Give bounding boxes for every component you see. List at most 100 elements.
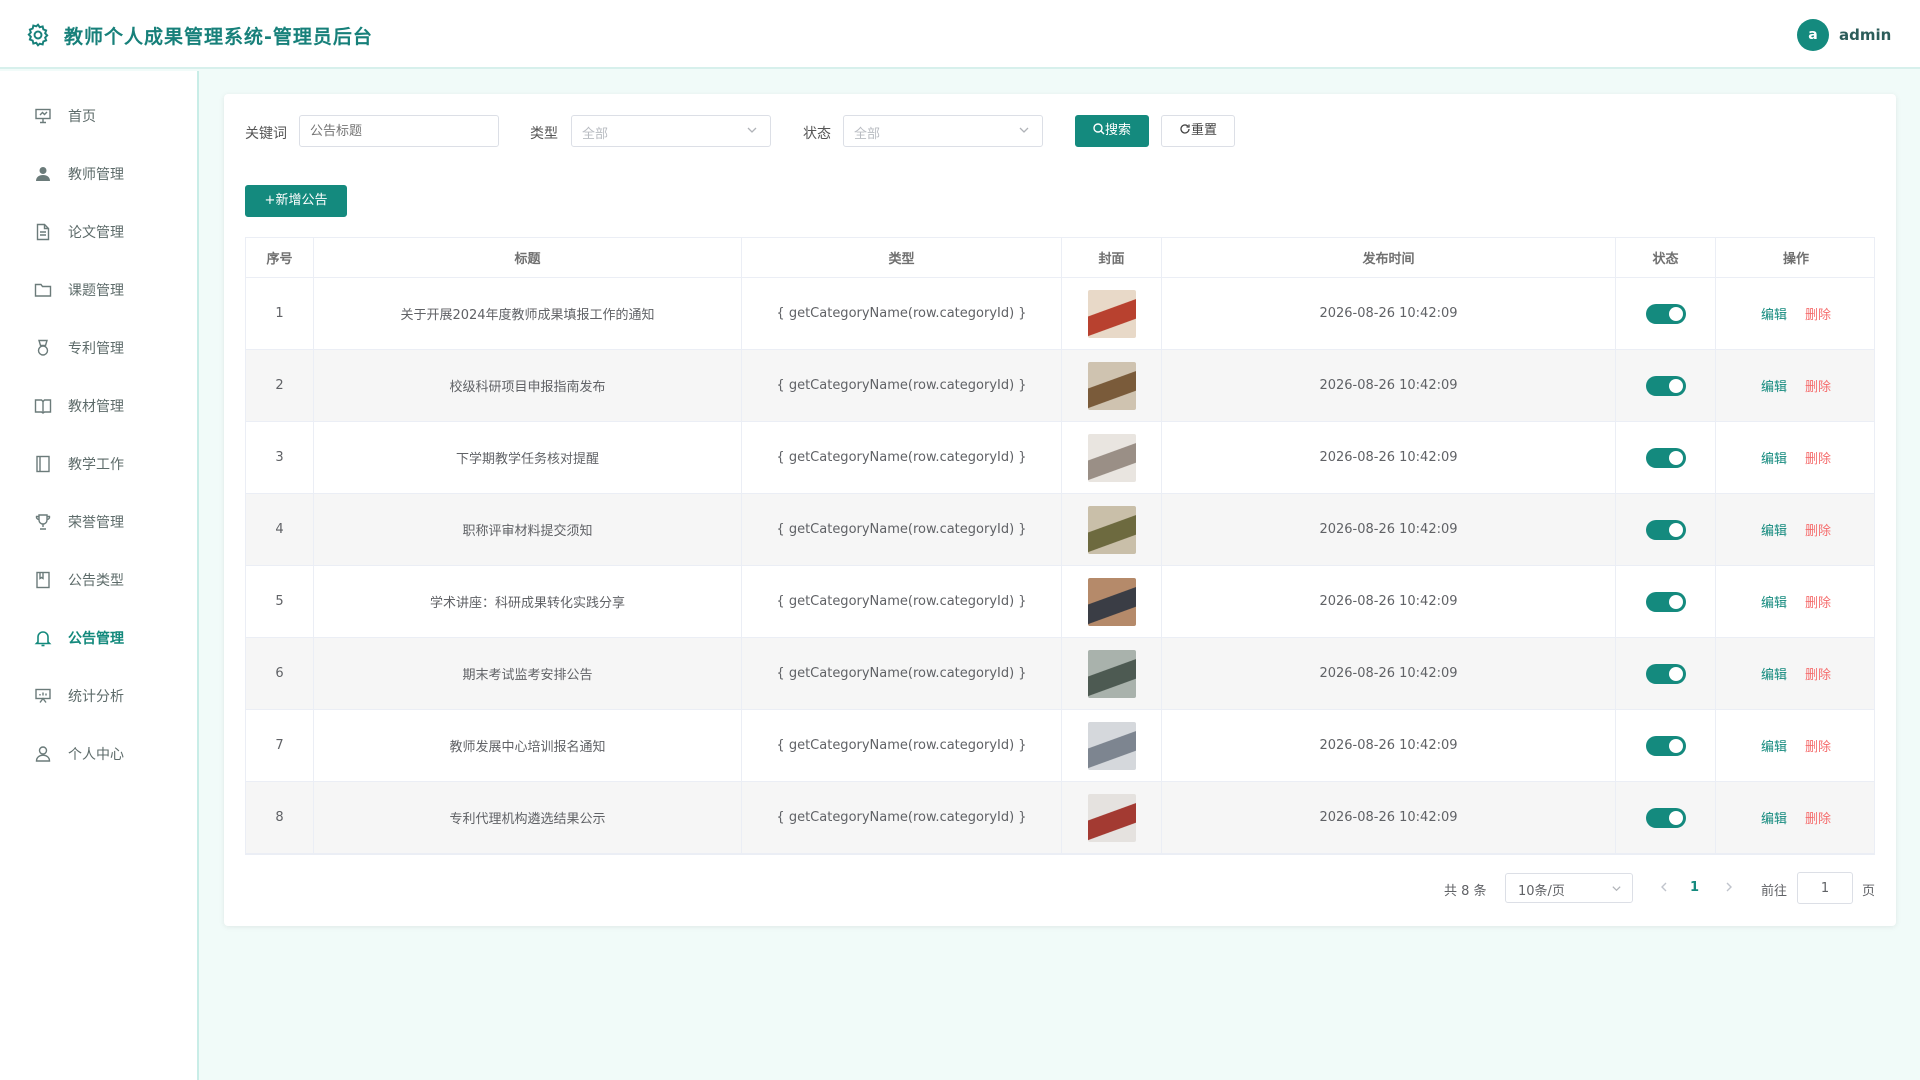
cell-type: { getCategoryName(row.categoryId) } <box>742 350 1062 421</box>
cover-thumbnail[interactable] <box>1087 433 1136 482</box>
edit-button[interactable]: 编辑 <box>1761 520 1787 539</box>
cover-thumbnail[interactable] <box>1087 361 1136 410</box>
cover-thumbnail[interactable] <box>1087 649 1136 698</box>
delete-button[interactable]: 删除 <box>1805 592 1831 611</box>
table-body: 1 关于开展2024年度教师成果填报工作的通知{ getCategoryName(… <box>246 278 1874 854</box>
edit-button[interactable]: 编辑 <box>1761 808 1787 827</box>
sidebar-item-label: 统计分析 <box>68 689 124 705</box>
chevron-left-icon[interactable] <box>1657 880 1671 894</box>
delete-button[interactable]: 删除 <box>1805 736 1831 755</box>
cell-time: 2026-08-26 10:42:09 <box>1162 278 1616 349</box>
delete-button[interactable]: 删除 <box>1805 520 1831 539</box>
status-toggle[interactable] <box>1645 663 1686 684</box>
page-number[interactable]: 1 <box>1690 880 1699 895</box>
status-toggle[interactable] <box>1645 591 1686 612</box>
status-toggle[interactable] <box>1645 735 1686 756</box>
top-header: 教师个人成果管理系统-管理员后台 a admin <box>0 0 1920 69</box>
sidebar-item-papers[interactable]: 论文管理 <box>0 212 197 252</box>
cell-status <box>1616 638 1716 709</box>
status-toggle[interactable] <box>1645 447 1686 468</box>
status-toggle[interactable] <box>1645 375 1686 396</box>
search-button-label: 搜索 <box>1104 123 1131 138</box>
delete-button[interactable]: 删除 <box>1805 304 1831 323</box>
cover-thumbnail[interactable] <box>1087 721 1136 770</box>
cell-status <box>1616 782 1716 853</box>
column-header-type: 类型 <box>742 238 1062 277</box>
edit-button[interactable]: 编辑 <box>1761 448 1787 467</box>
cell-status <box>1616 494 1716 565</box>
cover-thumbnail[interactable] <box>1087 289 1136 338</box>
search-button[interactable]: 搜索 <box>1075 115 1149 147</box>
username[interactable]: admin <box>1839 26 1891 44</box>
sidebar-item-honors[interactable]: 荣誉管理 <box>0 502 197 542</box>
edit-button[interactable]: 编辑 <box>1761 736 1787 755</box>
toggle-knob <box>1668 522 1683 537</box>
add-notice-button[interactable]: +新增公告 <box>245 185 347 217</box>
sidebar-item-patents[interactable]: 专利管理 <box>0 328 197 368</box>
cell-actions: 编辑 删除 <box>1716 494 1876 565</box>
sidebar-item-label: 荣誉管理 <box>68 515 124 531</box>
table-row: 3 下学期教学任务核对提醒{ getCategoryName(row.catego… <box>246 422 1874 494</box>
cell-title: 关于开展2024年度教师成果填报工作的通知 <box>314 278 742 349</box>
bell-icon <box>34 631 52 647</box>
table-row: 6 期末考试监考安排公告{ getCategoryName(row.categor… <box>246 638 1874 710</box>
cell-time: 2026-08-26 10:42:09 <box>1162 494 1616 565</box>
keyword-input[interactable] <box>299 115 499 147</box>
avatar[interactable]: a <box>1797 19 1829 51</box>
sidebar-item-label: 课题管理 <box>68 283 124 299</box>
type-select[interactable]: 全部 <box>571 115 771 147</box>
cell-time: 2026-08-26 10:42:09 <box>1162 638 1616 709</box>
edit-button[interactable]: 编辑 <box>1761 304 1787 323</box>
toggle-knob <box>1668 666 1683 681</box>
delete-button[interactable]: 删除 <box>1805 376 1831 395</box>
sidebar-item-home[interactable]: 首页 <box>0 96 197 136</box>
cover-thumbnail[interactable] <box>1087 577 1136 626</box>
user-outline-icon <box>35 746 51 762</box>
edit-button[interactable]: 编辑 <box>1761 376 1787 395</box>
sidebar-item-label: 专利管理 <box>68 341 124 357</box>
pagination-total: 共 8 条 <box>1444 884 1487 899</box>
cell-type: { getCategoryName(row.categoryId) } <box>742 710 1062 781</box>
status-toggle[interactable] <box>1645 519 1686 540</box>
sidebar-item-teachers[interactable]: 教师管理 <box>0 154 197 194</box>
sidebar-item-profile[interactable]: 个人中心 <box>0 734 197 774</box>
cell-index: 4 <box>246 494 314 565</box>
column-header-cover: 封面 <box>1062 238 1162 277</box>
cell-title: 学术讲座：科研成果转化实践分享 <box>314 566 742 637</box>
cell-index: 6 <box>246 638 314 709</box>
delete-button[interactable]: 删除 <box>1805 448 1831 467</box>
status-select[interactable]: 全部 <box>843 115 1043 147</box>
cell-time: 2026-08-26 10:42:09 <box>1162 710 1616 781</box>
sidebar-item-textbooks[interactable]: 教材管理 <box>0 386 197 426</box>
sidebar-item-statistics[interactable]: 统计分析 <box>0 676 197 716</box>
book-open-icon <box>34 399 52 414</box>
chevron-right-icon[interactable] <box>1722 880 1736 894</box>
goto-page-input[interactable] <box>1797 872 1853 904</box>
chevron-down-icon <box>1019 127 1029 133</box>
cell-actions: 编辑 删除 <box>1716 566 1876 637</box>
edit-button[interactable]: 编辑 <box>1761 664 1787 683</box>
sidebar-item-notice-types[interactable]: 公告类型 <box>0 560 197 600</box>
sidebar-item-label: 首页 <box>68 109 96 125</box>
cover-thumbnail[interactable] <box>1087 793 1136 842</box>
type-label: 类型 <box>530 126 558 142</box>
status-toggle[interactable] <box>1645 303 1686 324</box>
sidebar-item-teaching[interactable]: 教学工作 <box>0 444 197 484</box>
edit-button[interactable]: 编辑 <box>1761 592 1787 611</box>
delete-button[interactable]: 删除 <box>1805 808 1831 827</box>
cell-type: { getCategoryName(row.categoryId) } <box>742 494 1062 565</box>
sidebar-item-projects[interactable]: 课题管理 <box>0 270 197 310</box>
cell-status <box>1616 422 1716 493</box>
cover-thumbnail[interactable] <box>1087 505 1136 554</box>
reset-button[interactable]: 重置 <box>1161 115 1235 147</box>
cell-actions: 编辑 删除 <box>1716 422 1876 493</box>
cell-index: 3 <box>246 422 314 493</box>
page-size-select[interactable]: 10条/页 <box>1505 873 1633 903</box>
delete-button[interactable]: 删除 <box>1805 664 1831 683</box>
cell-index: 5 <box>246 566 314 637</box>
cell-time: 2026-08-26 10:42:09 <box>1162 782 1616 853</box>
collection-icon <box>36 571 50 589</box>
cell-type: { getCategoryName(row.categoryId) } <box>742 422 1062 493</box>
status-toggle[interactable] <box>1645 807 1686 828</box>
sidebar-item-notices[interactable]: 公告管理 <box>0 618 197 658</box>
